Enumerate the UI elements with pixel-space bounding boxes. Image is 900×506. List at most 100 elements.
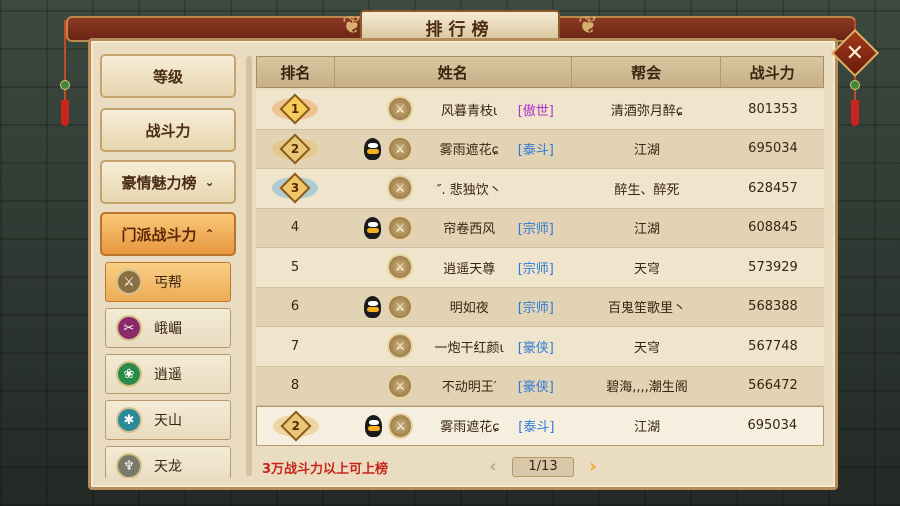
pagination: ‹ 1/13 › bbox=[484, 456, 602, 477]
name-cell: ⚔ 风暮青枝ι [傲世] bbox=[334, 90, 572, 129]
player-name: 明如夜 bbox=[449, 301, 489, 317]
player-name: 一炮干红颜ι bbox=[434, 340, 504, 356]
chevron-up-icon: ⌃ bbox=[204, 227, 215, 241]
tassel-left-icon bbox=[58, 20, 72, 128]
sect-label: 峨嵋 bbox=[154, 321, 182, 337]
player-title: [宗师] bbox=[517, 301, 554, 317]
table-row[interactable]: 4 ⚔ 帘卷西风 [宗师] 江湖 608845 bbox=[256, 208, 824, 248]
power-cell: 567748 bbox=[748, 338, 798, 354]
leaf-icon: ❀ bbox=[116, 361, 142, 387]
guild-cell: 天穹 bbox=[633, 340, 660, 356]
sect-sword-icon: ⚔ bbox=[387, 333, 413, 360]
table-row[interactable]: 7 ⚔ 一炮干红颜ι [豪侠] 天穹 567748 bbox=[256, 327, 824, 367]
category-label: 等级 bbox=[152, 67, 183, 86]
page-indicator: 1/13 bbox=[512, 456, 574, 477]
sword-icon: ⚔ bbox=[116, 269, 142, 295]
sect-label: 逍遥 bbox=[154, 367, 182, 383]
rank-medal-icon: 2 bbox=[272, 410, 319, 442]
guild-cell: 醉生、醉死 bbox=[614, 182, 680, 198]
name-cell: ⚔ ″. 悲独饮丶 bbox=[334, 169, 572, 208]
requirement-note: 3万战斗力以上可上榜 bbox=[262, 462, 389, 477]
sect-item[interactable]: ♆ 天龙 bbox=[105, 446, 231, 478]
sect-sword-icon: ⚔ bbox=[387, 135, 413, 162]
rank-number: 4 bbox=[290, 220, 300, 236]
power-cell: 801353 bbox=[748, 101, 798, 117]
rank-number: 5 bbox=[290, 259, 300, 275]
qq-penguin-icon bbox=[364, 414, 382, 437]
sect-item[interactable]: ⚔ 丐帮 bbox=[105, 262, 231, 302]
guild-cell: 碧海,,,,潮生阁 bbox=[606, 380, 688, 396]
player-title: [宗师] bbox=[517, 222, 554, 238]
snow-icon: ✱ bbox=[116, 407, 142, 433]
sect-item[interactable]: ❀ 逍遥 bbox=[105, 354, 231, 394]
category-level-button[interactable]: 等级 bbox=[100, 54, 236, 98]
category-sidebar: 等级 战斗力 豪情魅力榜 ⌄ 门派战斗力 ⌃ ⚔ 丐帮 ✂ 峨嵋 ❀ 逍遥 ✱ 天山 ♆ 天龙 bbox=[96, 50, 242, 478]
player-name: 不动明王′ bbox=[441, 380, 497, 396]
header-rank: 排名 bbox=[257, 57, 335, 87]
player-title: [豪侠] bbox=[517, 340, 554, 356]
table-row[interactable]: 6 ⚔ 明如夜 [宗师] 百鬼笙歌里丶 568388 bbox=[256, 287, 824, 327]
power-cell: 695034 bbox=[747, 418, 798, 434]
name-cell: ⚔ 不动明王′ [豪侠] bbox=[334, 367, 572, 406]
category-power-button[interactable]: 战斗力 bbox=[100, 108, 236, 152]
qq-penguin-icon bbox=[364, 295, 382, 318]
close-icon: ✕ bbox=[845, 40, 865, 66]
rank-cell: 8 bbox=[256, 367, 334, 406]
next-page-button[interactable]: › bbox=[584, 456, 602, 477]
header-power: 战斗力 bbox=[749, 63, 795, 82]
name-cell: ⚔ 雾雨遮花ɕ [泰斗] bbox=[335, 407, 573, 445]
sect-sword-icon: ⚔ bbox=[387, 293, 413, 320]
category-charm-button[interactable]: 豪情魅力榜 ⌄ bbox=[100, 160, 236, 204]
rank-number: 7 bbox=[290, 338, 300, 354]
table-header: 排名 姓名 帮会 战斗力 bbox=[256, 56, 824, 88]
guild-cell: 清酒弥月醉ɕ bbox=[610, 103, 684, 119]
player-name: 雾雨遮花ɕ bbox=[440, 420, 500, 436]
category-label: 门派战斗力 bbox=[121, 225, 197, 244]
power-cell: 608845 bbox=[748, 220, 798, 236]
power-cell: 573929 bbox=[748, 259, 798, 275]
rank-number: 2 bbox=[290, 141, 300, 156]
blades-icon: ✂ bbox=[116, 315, 142, 341]
table-row[interactable]: 2 ⚔ 雾雨遮花ɕ [泰斗] 江湖 695034 bbox=[256, 129, 824, 169]
name-cell: ⚔ 明如夜 [宗师] bbox=[334, 288, 572, 327]
sect-sword-icon: ⚔ bbox=[387, 372, 413, 399]
name-cell: ⚔ 一炮干红颜ι [豪侠] bbox=[334, 327, 572, 366]
rank-number: 8 bbox=[290, 378, 300, 394]
self-rank-row[interactable]: 2 ⚔ 雾雨遮花ɕ [泰斗] 江湖 695034 bbox=[256, 406, 824, 446]
player-title: [泰斗] bbox=[518, 420, 555, 436]
sect-label: 天山 bbox=[154, 413, 182, 429]
rank-cell: 6 bbox=[256, 288, 334, 327]
rank-number: 6 bbox=[290, 299, 300, 315]
sect-item[interactable]: ✱ 天山 bbox=[105, 400, 231, 440]
player-name: 风暮青枝ι bbox=[441, 103, 498, 119]
table-row[interactable]: 5 ⚔ 逍遥天尊 [宗师] 天穹 573929 bbox=[256, 248, 824, 288]
rank-number: 2 bbox=[291, 418, 300, 433]
player-name: 逍遥天尊 bbox=[443, 261, 496, 277]
sidebar-scrollbar[interactable] bbox=[246, 56, 252, 476]
category-label: 战斗力 bbox=[145, 121, 191, 140]
category-sect-power-button[interactable]: 门派战斗力 ⌃ bbox=[100, 212, 236, 256]
guild-cell: 江湖 bbox=[633, 143, 660, 159]
prev-page-button[interactable]: ‹ bbox=[484, 456, 502, 477]
sect-sword-icon: ⚔ bbox=[387, 412, 414, 439]
sect-sword-icon: ⚔ bbox=[387, 214, 413, 241]
rank-medal-icon: 1 bbox=[272, 93, 318, 125]
rank-number: 3 bbox=[290, 181, 300, 196]
sect-item[interactable]: ✂ 峨嵋 bbox=[105, 308, 231, 348]
name-cell: ⚔ 雾雨遮花ɕ [泰斗] bbox=[334, 130, 572, 169]
table-row[interactable]: 3 ⚔ ″. 悲独饮丶 醉生、醉死 628457 bbox=[256, 169, 824, 209]
guild-cell: 百鬼笙歌里丶 bbox=[607, 301, 686, 317]
guild-cell: 天穹 bbox=[633, 261, 660, 277]
table-row[interactable]: 8 ⚔ 不动明王′ [豪侠] 碧海,,,,潮生阁 566472 bbox=[256, 366, 824, 406]
power-cell: 566472 bbox=[748, 378, 798, 394]
name-cell: ⚔ 逍遥天尊 [宗师] bbox=[334, 248, 572, 287]
player-name: 帘卷西风 bbox=[443, 222, 496, 238]
power-cell: 628457 bbox=[748, 180, 798, 196]
sect-sword-icon: ⚔ bbox=[387, 254, 413, 281]
power-cell: 695034 bbox=[748, 141, 798, 157]
table-row[interactable]: 1 ⚔ 风暮青枝ι [傲世] 清酒弥月醉ɕ 801353 bbox=[256, 90, 824, 130]
player-name: 雾雨遮花ɕ bbox=[439, 143, 499, 159]
rank-cell: 2 bbox=[256, 130, 334, 169]
sect-label: 丐帮 bbox=[154, 275, 182, 291]
dragon-ornament-right-icon: ❦ bbox=[577, 11, 599, 39]
